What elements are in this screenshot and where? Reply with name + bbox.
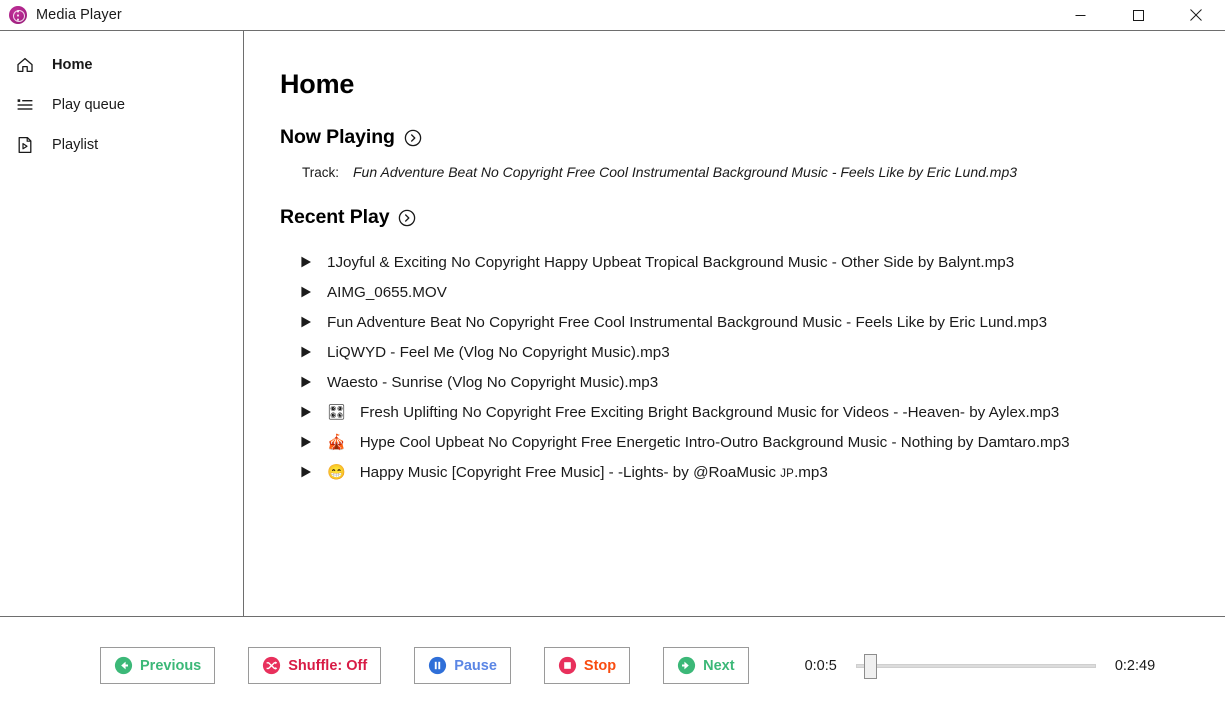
track-emoji-glyph: 🎛	[327, 405, 346, 420]
pause-circle-icon	[428, 656, 447, 675]
recent-play-header: Recent Play	[280, 206, 1225, 229]
window-controls	[1051, 0, 1225, 30]
track-value: Fun Adventure Beat No Copyright Free Coo…	[353, 164, 1017, 180]
previous-button[interactable]: Previous	[100, 647, 215, 684]
sidebar-item-label: Home	[52, 57, 93, 73]
elapsed-time: 0:0:5	[805, 658, 837, 674]
maximize-icon[interactable]	[1109, 0, 1167, 30]
recent-play-item-label: 1Joyful & Exciting No Copyright Happy Up…	[327, 254, 1014, 271]
pause-button[interactable]: Pause	[414, 647, 511, 684]
title-bar: Media Player	[0, 0, 1225, 31]
app-body: Home Play queue Playlist	[0, 31, 1225, 616]
recent-play-item-label: Fresh Uplifting No Copyright Free Exciti…	[360, 404, 1059, 421]
arrow-left-circle-icon	[114, 656, 133, 675]
play-triangle-icon[interactable]	[299, 285, 313, 299]
play-queue-icon	[14, 94, 36, 116]
media-player-disc-icon	[9, 6, 27, 24]
chevron-right-circle-icon[interactable]	[398, 209, 416, 227]
play-triangle-icon[interactable]	[299, 465, 313, 479]
seek-thumb[interactable]	[864, 654, 877, 679]
recent-play-item-label: AIMG_0655.MOV	[327, 284, 447, 301]
stop-button-label: Stop	[584, 658, 616, 674]
sidebar: Home Play queue Playlist	[0, 31, 244, 616]
page-title: Home	[280, 69, 1225, 100]
now-playing-track: Track: Fun Adventure Beat No Copyright F…	[280, 164, 1225, 180]
recent-play-item-label: Fun Adventure Beat No Copyright Free Coo…	[327, 314, 1047, 331]
recent-play-item-label: LiQWYD - Feel Me (Vlog No Copyright Musi…	[327, 344, 670, 361]
stop-button[interactable]: Stop	[544, 647, 630, 684]
home-icon	[14, 54, 36, 76]
track-emoji-glyph: 🎪	[327, 435, 346, 450]
recent-play-title: Recent Play	[280, 206, 389, 229]
shuffle-button-label: Shuffle: Off	[288, 658, 367, 674]
shuffle-button[interactable]: Shuffle: Off	[248, 647, 381, 684]
recent-play-item-label: Happy Music [Copyright Free Music] - -Li…	[360, 464, 828, 481]
sidebar-item-playlist[interactable]: Playlist	[0, 125, 243, 165]
now-playing-header: Now Playing	[280, 126, 1225, 149]
arrow-right-circle-icon	[677, 656, 696, 675]
track-emoji-glyph: 😁	[327, 465, 346, 480]
pause-button-label: Pause	[454, 658, 497, 674]
play-triangle-icon[interactable]	[299, 315, 313, 329]
next-button-label: Next	[703, 658, 734, 674]
recent-play-item-label: Hype Cool Upbeat No Copyright Free Energ…	[360, 434, 1070, 451]
stop-circle-icon	[558, 656, 577, 675]
now-playing-title: Now Playing	[280, 126, 395, 149]
duration-time: 0:2:49	[1115, 658, 1155, 674]
play-triangle-icon[interactable]	[299, 345, 313, 359]
seek-track	[856, 664, 1096, 668]
recent-play-item[interactable]: Waesto - Sunrise (Vlog No Copyright Musi…	[292, 367, 1225, 397]
playlist-icon	[14, 134, 36, 156]
recent-play-item[interactable]: AIMG_0655.MOV	[292, 277, 1225, 307]
recent-play-item[interactable]: Fun Adventure Beat No Copyright Free Coo…	[292, 307, 1225, 337]
previous-button-label: Previous	[140, 658, 201, 674]
recent-play-item[interactable]: 🎛 Fresh Uplifting No Copyright Free Excit…	[292, 397, 1225, 427]
recent-play-item-label: Waesto - Sunrise (Vlog No Copyright Musi…	[327, 374, 658, 391]
play-triangle-icon[interactable]	[299, 375, 313, 389]
recent-play-item[interactable]: LiQWYD - Feel Me (Vlog No Copyright Musi…	[292, 337, 1225, 367]
play-triangle-icon[interactable]	[299, 435, 313, 449]
recent-play-list: 1Joyful & Exciting No Copyright Happy Up…	[280, 247, 1225, 487]
chevron-right-circle-icon[interactable]	[404, 129, 422, 147]
minimize-icon[interactable]	[1051, 0, 1109, 30]
recent-play-item[interactable]: 😁 Happy Music [Copyright Free Music] - -L…	[292, 457, 1225, 487]
sidebar-item-home[interactable]: Home	[0, 45, 243, 85]
seek-slider[interactable]	[856, 651, 1096, 681]
track-label: Track:	[302, 165, 339, 180]
content-area: Home Now Playing Track: Fun Adventure Be…	[244, 31, 1225, 616]
next-button[interactable]: Next	[663, 647, 748, 684]
app-title: Media Player	[36, 7, 122, 23]
sidebar-item-label: Playlist	[52, 137, 98, 153]
transport-bar: Previous Shuffle: Off Pause	[0, 616, 1225, 714]
sidebar-item-play-queue[interactable]: Play queue	[0, 85, 243, 125]
play-triangle-icon[interactable]	[299, 405, 313, 419]
shuffle-circle-icon	[262, 656, 281, 675]
sidebar-item-label: Play queue	[52, 97, 125, 113]
close-icon[interactable]	[1167, 0, 1225, 30]
recent-play-item[interactable]: 1Joyful & Exciting No Copyright Happy Up…	[292, 247, 1225, 277]
play-triangle-icon[interactable]	[299, 255, 313, 269]
recent-play-item[interactable]: 🎪 Hype Cool Upbeat No Copyright Free Ener…	[292, 427, 1225, 457]
